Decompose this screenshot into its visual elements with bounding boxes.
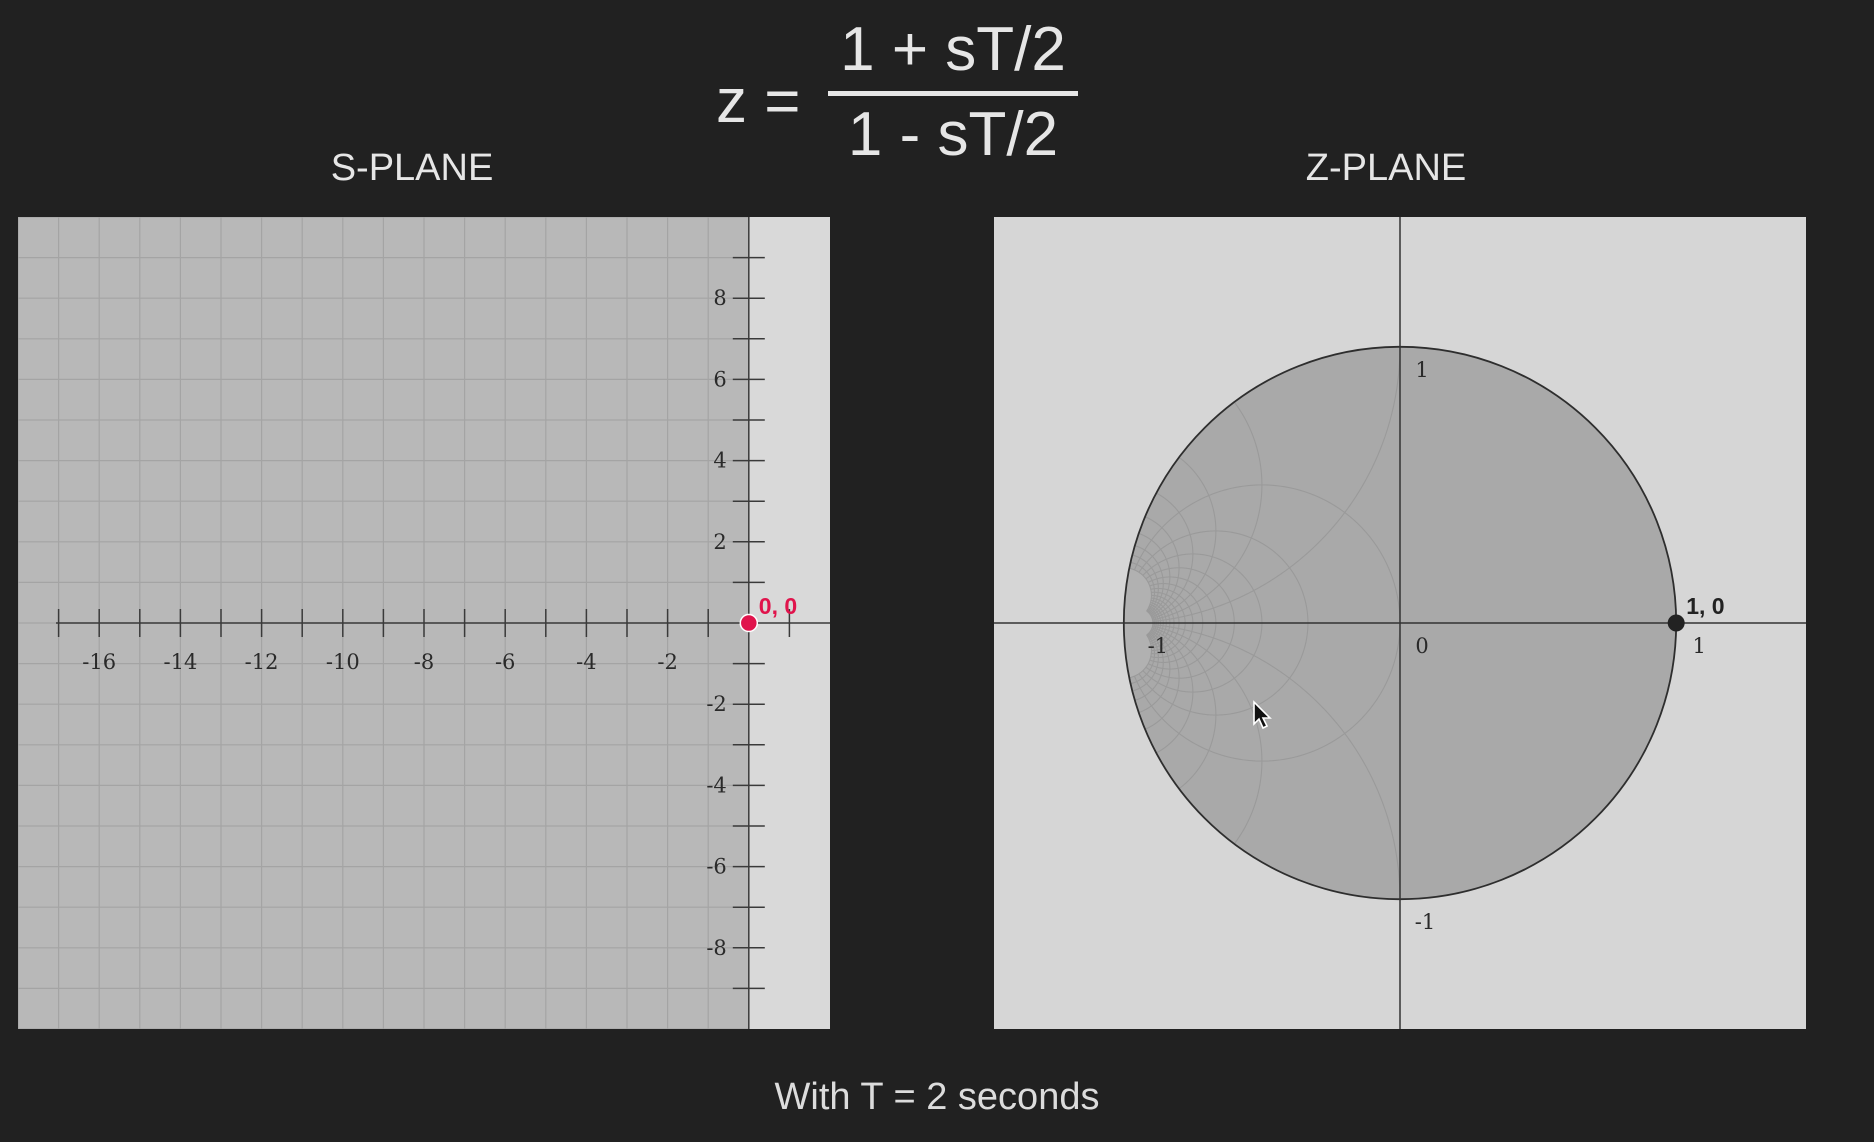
z-plane-title: Z-PLANE (1305, 147, 1467, 189)
formula-numerator: 1 + sT/2 (840, 15, 1066, 84)
z-label-one-imag: 1 (1415, 358, 1428, 382)
s-y-tick-label: 6 (713, 367, 726, 391)
s-y-tick-label: -6 (706, 855, 726, 879)
s-x-tick-label: -12 (245, 650, 279, 674)
s-y-tick-label: -8 (706, 936, 726, 960)
s-x-tick-label: -8 (414, 650, 434, 674)
s-y-tick-label: 8 (713, 286, 726, 310)
s-x-tick-label: -16 (82, 650, 116, 674)
formula-denominator: 1 - sT/2 (847, 100, 1059, 169)
z-label-neg-one-real: -1 (1148, 634, 1168, 658)
s-y-tick-label: -2 (706, 692, 726, 716)
z-label-one-real: 1 (1693, 634, 1706, 658)
s-x-tick-label: -6 (495, 650, 515, 674)
z-plane-graph[interactable]: -1 0 1 1 -1 1, 0 (994, 217, 1806, 1029)
s-y-tick-label: -4 (706, 773, 726, 797)
s-plane-title: S-PLANE (330, 147, 494, 189)
caption: With T = 2 seconds (774, 1076, 1100, 1118)
z-label-zero: 0 (1415, 634, 1428, 658)
mouse-cursor-icon (1253, 700, 1272, 730)
s-y-tick-label: 2 (713, 530, 726, 554)
s-plane-graph[interactable]: -16 -14 -12 -10 -8 -6 -4 -2 8 6 4 2 -2 -4 -6 -8 0, 0 (18, 217, 830, 1029)
z-label-neg-one-imag: -1 (1415, 910, 1435, 934)
s-y-tick-label: 4 (713, 449, 726, 473)
s-x-tick-label: -4 (576, 650, 596, 674)
fraction-bar (828, 91, 1078, 96)
s-x-tick-label: -2 (657, 650, 677, 674)
formula-lhs: z = (716, 67, 801, 136)
s-plane-point-label: 0, 0 (759, 593, 797, 619)
s-x-tick-label: -10 (326, 650, 360, 674)
s-x-tick-label: -14 (163, 650, 197, 674)
z-plane-point[interactable] (1667, 614, 1685, 632)
s-plane-origin-point[interactable] (739, 613, 759, 633)
formula-fraction: 1 + sT/2 1 - sT/2 (828, 14, 1078, 171)
bilinear-transform-formula: z = 1 + sT/2 1 - sT/2 (700, 14, 1100, 169)
z-plane-point-label: 1, 0 (1686, 593, 1724, 619)
